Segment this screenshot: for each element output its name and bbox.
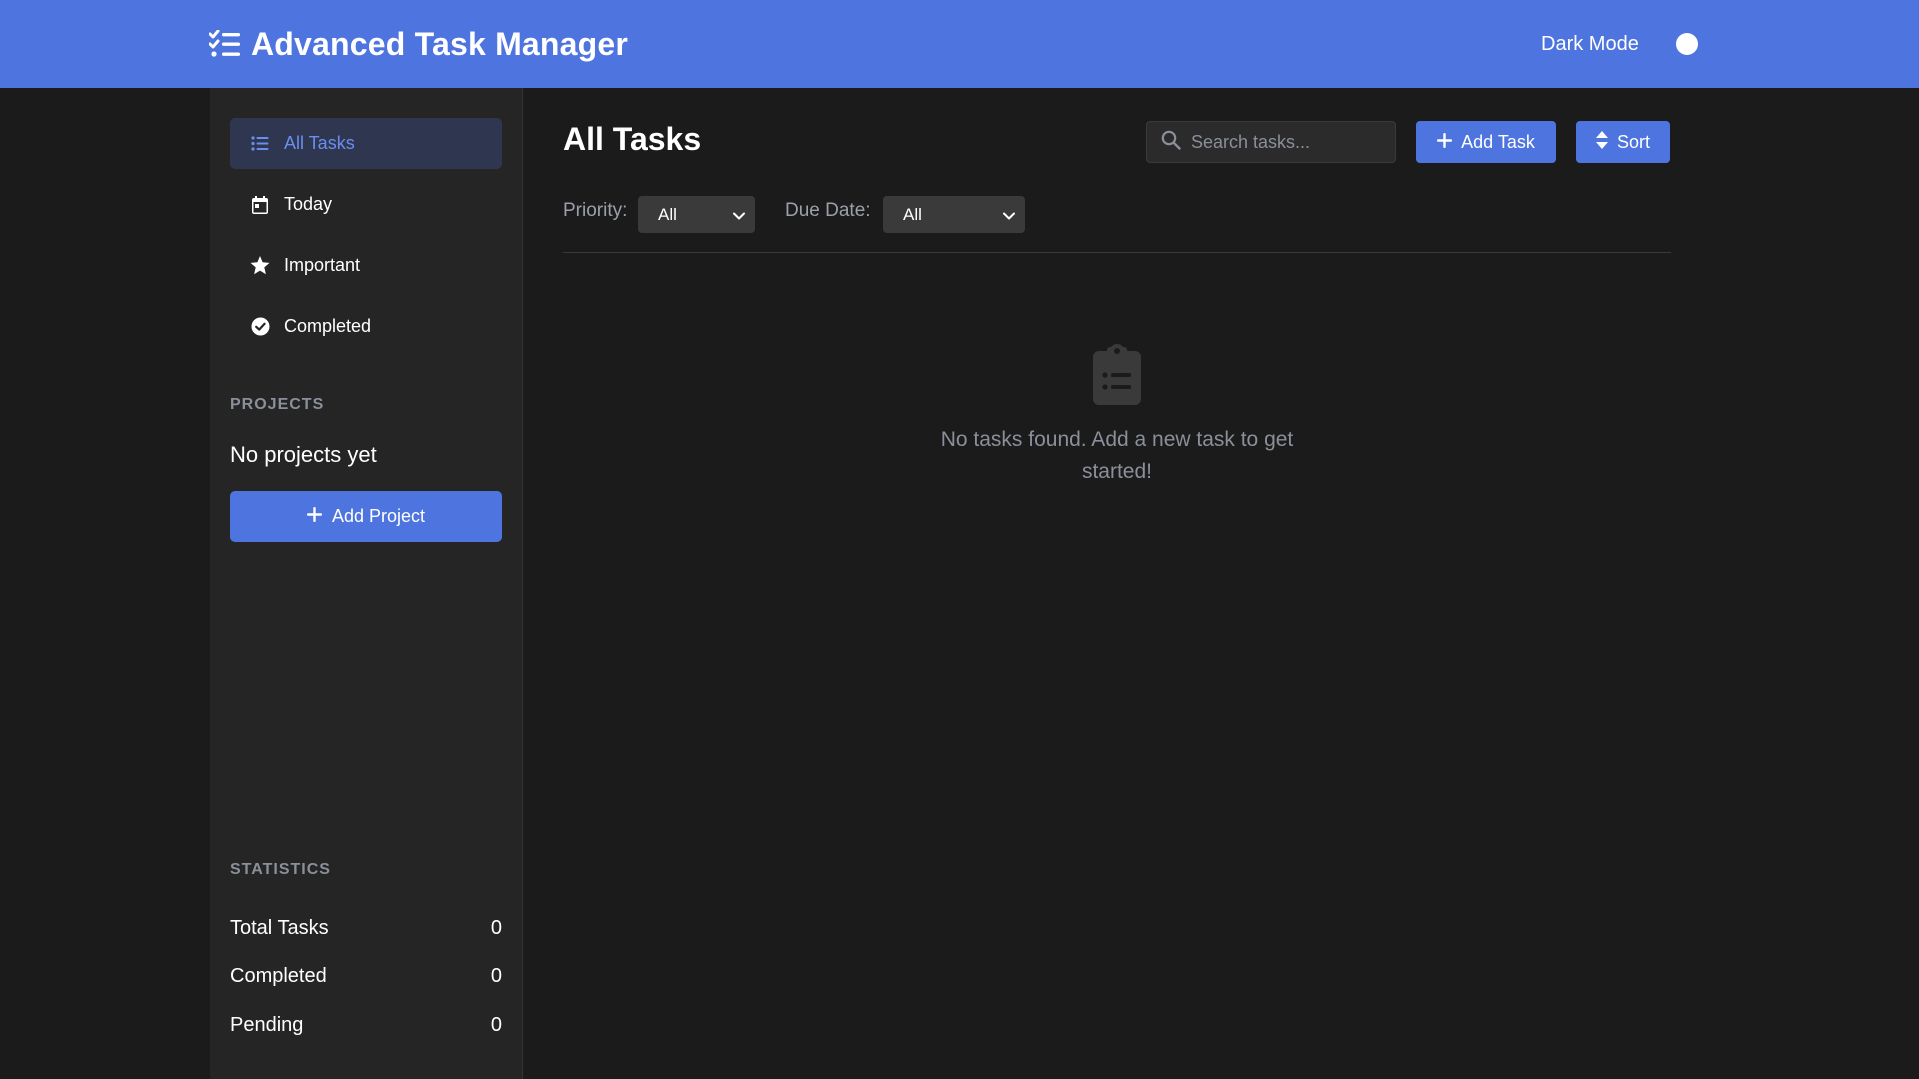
sidebar-item-label: Today <box>284 194 333 214</box>
projects-heading: PROJECTS <box>230 396 325 413</box>
dark-mode-toggle[interactable] <box>1676 33 1698 55</box>
due-date-selected-value: All <box>903 204 922 224</box>
sidebar-item-label: All Tasks <box>284 133 355 153</box>
chevron-down-icon <box>1003 205 1015 225</box>
stat-completed: Completed 0 <box>230 962 502 990</box>
star-icon <box>250 256 270 276</box>
search-icon <box>1161 130 1181 155</box>
sort-label: Sort <box>1616 131 1650 152</box>
stat-value: 0 <box>490 1013 502 1036</box>
priority-selected-value: All <box>658 204 677 224</box>
due-date-filter-label: Due Date: <box>785 200 871 221</box>
add-project-button[interactable]: Add Project <box>230 491 502 542</box>
add-task-label: Add Task <box>1461 131 1535 152</box>
chevron-down-icon <box>733 205 745 225</box>
dark-mode-label: Dark Mode <box>1541 32 1639 55</box>
sidebar-item-important[interactable]: Important <box>230 240 502 291</box>
sidebar-item-label: Important <box>284 255 361 275</box>
plus-icon <box>306 506 322 527</box>
priority-filter-label: Priority: <box>563 200 628 221</box>
statistics-heading: STATISTICS <box>230 861 331 878</box>
stat-value: 0 <box>490 964 502 987</box>
calendar-icon <box>250 195 270 215</box>
sort-icon <box>1595 130 1608 154</box>
stat-total-tasks: Total Tasks 0 <box>230 914 502 942</box>
add-task-button[interactable]: Add Task <box>1416 121 1556 163</box>
sidebar-item-completed[interactable]: Completed <box>230 301 502 352</box>
stat-pending: Pending 0 <box>230 1011 502 1039</box>
stat-label: Completed <box>230 964 327 987</box>
stat-value: 0 <box>490 916 502 939</box>
check-circle-icon <box>250 317 270 337</box>
brand: Advanced Task Manager <box>209 22 628 66</box>
sidebar-item-label: Completed <box>284 316 372 336</box>
due-date-select[interactable]: All <box>883 196 1025 233</box>
tasks-list-icon <box>209 28 241 60</box>
search-input[interactable] <box>1191 131 1391 153</box>
stat-label: Total Tasks <box>230 916 329 939</box>
empty-state-message: No tasks found. Add a new task to get st… <box>940 428 1294 483</box>
dark-mode-control: Dark Mode <box>1541 30 1639 58</box>
sidebar-item-all-tasks[interactable]: All Tasks <box>230 118 502 169</box>
clipboard-list-icon <box>1093 343 1141 405</box>
sort-button[interactable]: Sort <box>1576 121 1670 163</box>
priority-select[interactable]: All <box>638 196 755 233</box>
stat-label: Pending <box>230 1013 304 1036</box>
app-title: Advanced Task Manager <box>251 25 629 62</box>
search-box <box>1146 121 1396 163</box>
list-icon <box>250 134 270 154</box>
sidebar: All Tasks Today Important Completed PROJ… <box>210 88 523 1079</box>
page-title: All Tasks <box>563 121 702 157</box>
add-project-label: Add Project <box>331 506 426 526</box>
sidebar-item-today[interactable]: Today <box>230 179 502 230</box>
filter-divider <box>563 252 1671 253</box>
plus-icon <box>1437 132 1453 153</box>
app-header: Advanced Task Manager Dark Mode <box>0 0 1919 88</box>
no-projects-text: No projects yet <box>230 442 377 467</box>
